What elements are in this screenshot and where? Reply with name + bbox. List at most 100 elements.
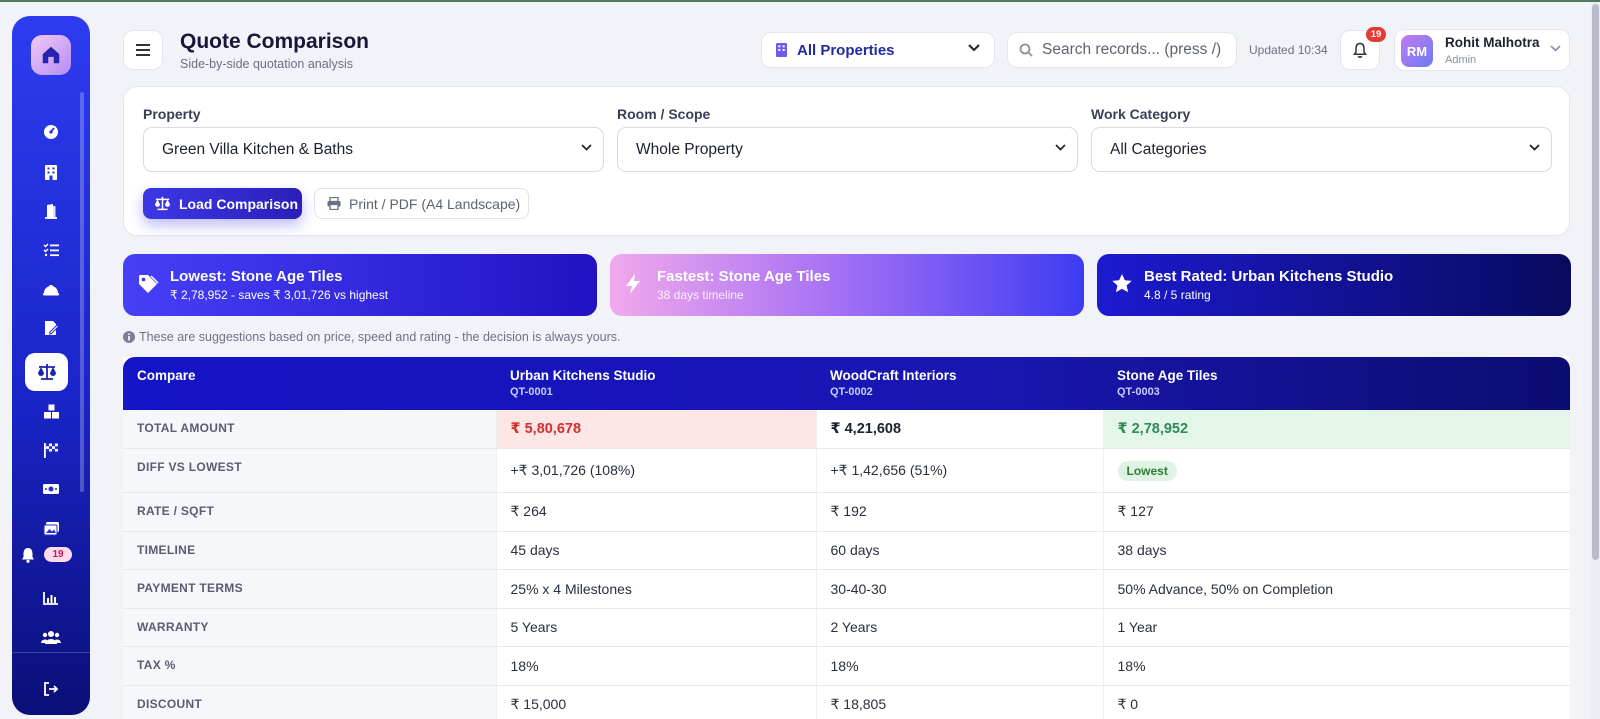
logout-icon[interactable] [34,674,68,704]
hamburger-icon [136,44,150,56]
table-cell: ₹ 264 [495,492,816,532]
row-label: DIFF VS LOWEST [123,448,496,493]
lowest-price-title: Lowest: Stone Age Tiles [170,268,343,285]
table-cell: 50% Advance, 50% on Completion [1102,569,1570,609]
table-cell: +₹ 1,42,656 (51%) [815,448,1103,493]
lightning-icon [626,274,640,294]
page-title: Quote Comparison [180,30,370,53]
best-rated-title: Best Rated: Urban Kitchens Studio [1144,268,1394,285]
table-row: TOTAL AMOUNT ₹ 5,80,678 ₹ 4,21,608 ₹ 2,7… [123,410,1570,449]
scale-icon [155,196,170,211]
checklist-icon[interactable] [34,235,68,265]
search-icon [1019,43,1033,57]
table-cell: +₹ 3,01,726 (108%) [495,448,816,493]
vendor-column-header: WoodCraft Interiors QT-0002 [830,368,957,398]
table-row: TIMELINE 45 days 60 days 38 days [123,531,1570,570]
home-icon[interactable] [31,35,71,75]
table-cell: ₹ 192 [815,492,1103,532]
users-icon[interactable] [34,622,68,652]
total-amount-cell: ₹ 2,78,952 [1102,410,1570,449]
hardhat-icon[interactable] [34,274,68,304]
table-cell: ₹ 0 [1102,685,1570,719]
chevron-down-icon [581,144,592,151]
top-accent-line [0,0,1600,2]
row-label: PAYMENT TERMS [123,569,496,609]
row-label: TOTAL AMOUNT [123,410,496,449]
chevron-down-icon [1529,144,1540,151]
print-pdf-button[interactable]: Print / PDF (A4 Landscape) [314,188,529,219]
tag-icon [139,275,159,293]
category-select-value: All Categories [1110,140,1207,158]
search-input[interactable] [1042,41,1232,59]
table-row: DIFF VS LOWEST +₹ 3,01,726 (108%) +₹ 1,4… [123,448,1570,493]
table-cell: ₹ 127 [1102,492,1570,532]
user-name: Rohit Malhotra [1445,35,1540,50]
star-icon [1112,274,1132,293]
sidebar-scrollbar[interactable] [80,92,84,492]
bell-icon[interactable] [17,540,39,570]
property-select[interactable]: Green Villa Kitchen & Baths [143,127,604,172]
edit-document-icon[interactable] [34,313,68,343]
boxes-icon[interactable] [34,396,68,426]
scale-icon[interactable] [25,353,68,391]
bell-icon [1353,42,1367,58]
fastest-banner: Fastest: Stone Age Tiles 38 days timelin… [610,254,1084,316]
menu-toggle-button[interactable] [123,30,163,70]
table-cell: 60 days [815,531,1103,570]
load-comparison-button[interactable]: Load Comparison [143,188,302,219]
property-selector[interactable]: All Properties [761,32,995,68]
page-subtitle: Side-by-side quotation analysis [180,57,354,71]
table-cell: 2 Years [815,608,1103,647]
lowest-badge: Lowest [1117,460,1177,481]
notifications-button[interactable]: 19 [1340,27,1386,70]
total-amount-cell: ₹ 5,80,678 [495,410,816,449]
table-cell: 45 days [495,531,816,570]
category-label: Work Category [1091,106,1191,122]
row-label: TAX % [123,646,496,686]
table-row: RATE / SQFT ₹ 264 ₹ 192 ₹ 127 [123,492,1570,532]
notification-count-badge: 19 [1366,27,1386,42]
table-cell: 18% [815,646,1103,686]
user-role: Admin [1445,54,1477,66]
page-scrollbar-thumb[interactable] [1592,4,1599,560]
avatar: RM [1401,35,1433,67]
best-rated-banner: Best Rated: Urban Kitchens Studio 4.8 / … [1097,254,1571,316]
building-icon [776,43,787,57]
room-select[interactable]: Whole Property [617,127,1078,172]
chart-icon[interactable] [34,583,68,613]
user-menu[interactable]: RM Rohit Malhotra Admin [1394,29,1570,71]
dashboard-icon[interactable] [34,117,68,147]
printer-icon [327,197,341,210]
category-select[interactable]: All Categories [1091,127,1552,172]
sidebar: 19 [12,16,90,715]
lowest-price-subtitle: ₹ 2,78,952 - saves ₹ 3,01,726 vs highest [170,288,389,302]
row-label: RATE / SQFT [123,492,496,532]
flag-icon[interactable] [34,435,68,465]
fastest-title: Fastest: Stone Age Tiles [657,268,831,285]
suggestion-note: These are suggestions based on price, sp… [123,330,621,344]
money-icon[interactable] [34,474,68,504]
table-row: DISCOUNT ₹ 15,000 ₹ 18,805 ₹ 0 [123,685,1570,719]
building-icon[interactable] [34,157,68,187]
fastest-subtitle: 38 days timeline [657,288,744,302]
table-cell: 1 Year [1102,608,1570,647]
best-rated-subtitle: 4.8 / 5 rating [1144,288,1211,302]
chevron-down-icon [1055,144,1066,151]
lowest-price-banner: Lowest: Stone Age Tiles ₹ 2,78,952 - sav… [123,254,597,316]
search-box[interactable] [1007,32,1237,68]
chevron-down-icon [968,44,980,52]
vendor-column-header: Urban Kitchens Studio QT-0001 [510,368,656,398]
sidebar-divider [12,652,90,653]
room-label: Room / Scope [617,106,711,122]
property-select-value: Green Villa Kitchen & Baths [162,140,353,158]
info-icon [123,331,135,343]
property-selector-label: All Properties [797,41,895,59]
table-header-row: Compare Urban Kitchens Studio QT-0001 Woo… [123,357,1570,410]
comparison-table: Compare Urban Kitchens Studio QT-0001 Woo… [123,357,1570,719]
table-cell: 18% [1102,646,1570,686]
room-select-value: Whole Property [636,140,743,158]
table-cell: 25% x 4 Milestones [495,569,816,609]
door-icon[interactable] [34,196,68,226]
gallery-icon[interactable] [34,513,68,543]
row-label: TIMELINE [123,531,496,570]
